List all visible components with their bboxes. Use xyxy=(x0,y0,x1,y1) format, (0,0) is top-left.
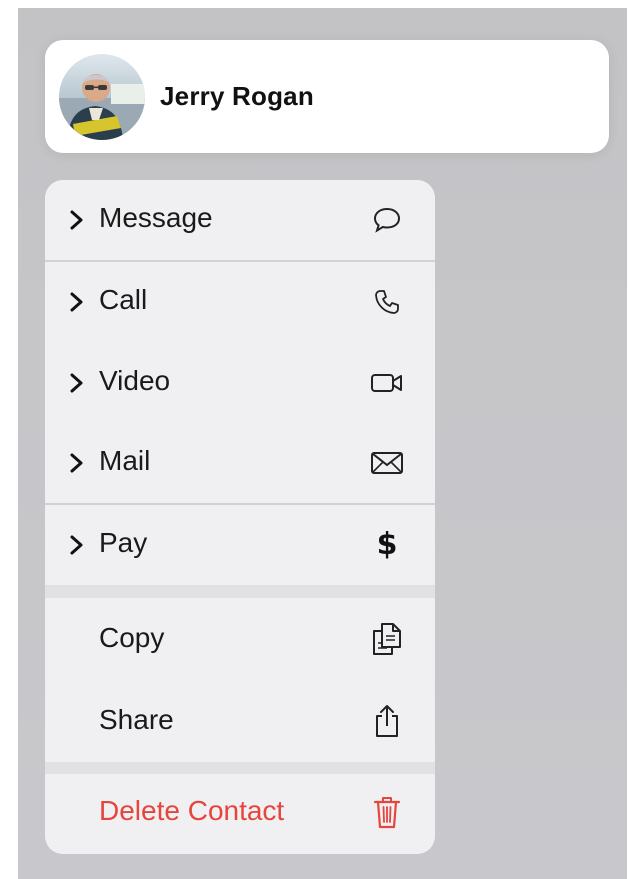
speech-bubble-icon xyxy=(367,200,407,240)
avatar-photo xyxy=(59,54,145,140)
menu-item-delete-contact[interactable]: Delete Contact xyxy=(45,774,435,854)
menu-item-label: Delete Contact xyxy=(99,795,285,826)
dollar-glyph: $ xyxy=(376,527,398,562)
menu-group-pay: Pay $ xyxy=(45,505,435,585)
contact-avatar xyxy=(59,54,145,140)
menu-item-copy[interactable]: Copy xyxy=(45,598,435,680)
contact-header-card[interactable]: Jerry Rogan xyxy=(45,40,609,153)
menu-item-label: Video xyxy=(99,365,171,396)
menu-group-actions: Copy Share xyxy=(45,598,435,762)
menu-group-message: Message xyxy=(45,180,435,260)
dollar-icon: $ xyxy=(367,525,407,565)
envelope-icon xyxy=(367,443,407,483)
menu-item-mail[interactable]: Mail xyxy=(45,423,435,503)
chevron-right-icon xyxy=(70,210,83,230)
copy-icon xyxy=(367,619,407,659)
contact-name: Jerry Rogan xyxy=(160,81,314,111)
menu-item-video[interactable]: Video xyxy=(45,342,435,423)
menu-item-call[interactable]: Call xyxy=(45,262,435,342)
phone-icon xyxy=(367,282,407,322)
menu-item-label: Call xyxy=(99,284,148,315)
menu-item-message[interactable]: Message xyxy=(45,180,435,260)
menu-group-destructive: Delete Contact xyxy=(45,774,435,854)
chevron-right-icon xyxy=(70,292,83,312)
video-camera-icon xyxy=(367,363,407,403)
chevron-right-icon xyxy=(70,535,83,555)
chevron-right-icon xyxy=(70,453,83,473)
trash-icon xyxy=(367,792,407,832)
menu-group-communication: Call Video Mail xyxy=(45,262,435,503)
menu-item-pay[interactable]: Pay $ xyxy=(45,505,435,585)
menu-item-share[interactable]: Share xyxy=(45,680,435,762)
menu-item-label: Pay xyxy=(99,527,148,558)
menu-item-label: Share xyxy=(99,704,174,735)
share-icon xyxy=(367,701,407,741)
contact-context-menu: Message Call Video Mail Pay $ Copy Share… xyxy=(45,180,435,854)
menu-item-label: Message xyxy=(99,202,213,233)
chevron-right-icon xyxy=(70,373,83,393)
menu-item-label: Mail xyxy=(99,445,151,476)
menu-item-label: Copy xyxy=(99,622,165,653)
